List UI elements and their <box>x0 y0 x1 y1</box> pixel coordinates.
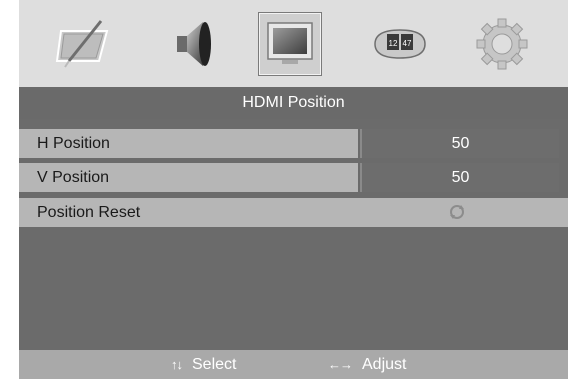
h-position-value[interactable]: 50 <box>360 129 559 158</box>
menu-item-label: H Position <box>37 135 110 152</box>
menu-item-label: Position Reset <box>37 204 141 221</box>
adjust-hint: ←→ Adjust <box>328 350 406 379</box>
menu-item-label: V Position <box>37 169 110 186</box>
footer-hints: ↑↓ Select ←→ Adjust <box>19 350 568 379</box>
adjust-label: Adjust <box>362 356 407 373</box>
clock-digit-hours: 12 <box>389 39 398 48</box>
v-position-value[interactable]: 50 <box>360 163 559 192</box>
menu-item-position-reset[interactable]: Position Reset <box>19 198 568 227</box>
menu-list: H Position 50 V Position 50 Position Res… <box>19 119 568 350</box>
menu-category-bar: 12 47 <box>19 0 568 87</box>
screen-icon[interactable] <box>258 12 322 76</box>
menu-title: HDMI Position <box>19 87 568 119</box>
timer-icon[interactable]: 12 47 <box>368 12 432 76</box>
osd-menu: 12 47 HDMI Position H Position 50 V Posi… <box>19 0 568 379</box>
clock-digit-minutes: 47 <box>403 39 412 48</box>
menu-item-v-position[interactable]: V Position 50 <box>19 163 568 192</box>
speaker-icon[interactable] <box>162 12 226 76</box>
settings-gear-icon[interactable] <box>470 12 534 76</box>
select-hint: ↑↓ Select <box>171 350 236 379</box>
select-label: Select <box>192 356 237 373</box>
reset-icon <box>450 205 464 219</box>
up-down-arrows-icon: ↑↓ <box>171 357 183 372</box>
picture-icon[interactable] <box>52 12 116 76</box>
menu-item-h-position[interactable]: H Position 50 <box>19 129 568 158</box>
left-right-arrows-icon: ←→ <box>328 357 353 372</box>
